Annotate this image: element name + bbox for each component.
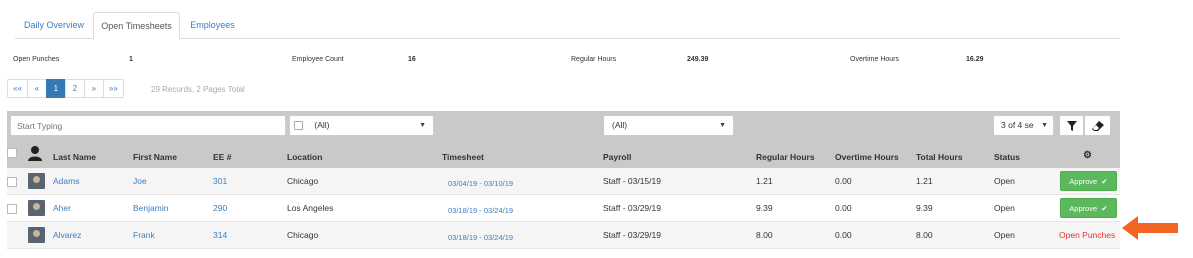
overtime-hours-value: 16.29 <box>966 56 984 63</box>
page-2-button[interactable]: 2 <box>64 79 85 98</box>
prev-page-button[interactable]: « <box>26 79 47 98</box>
approve-label: Approve <box>1069 177 1098 186</box>
avatar <box>28 173 45 189</box>
status-cell: Open <box>994 176 1015 186</box>
location-filter-checkbox[interactable] <box>294 121 303 131</box>
avatar <box>28 227 45 243</box>
timesheet-link[interactable]: 03/18/19 - 03/24/19 <box>448 233 513 242</box>
header-last-name[interactable]: Last Name <box>53 152 96 162</box>
header-status[interactable]: Status <box>994 152 1020 162</box>
table-row: Alvarez Frank 314 Chicago 03/18/19 - 03/… <box>7 222 1120 249</box>
chevron-down-icon: ▼ <box>419 122 426 129</box>
overtime-hours-cell: 0.00 <box>835 230 852 240</box>
page-1-button[interactable]: 1 <box>45 79 66 98</box>
location-cell: Chicago <box>287 230 319 240</box>
regular-hours-cell: 9.39 <box>756 203 773 213</box>
regular-hours-value: 249.39 <box>687 56 709 63</box>
tab-open-timesheets[interactable]: Open Timesheets <box>93 12 180 40</box>
filter-icon <box>1066 121 1077 131</box>
avatar <box>28 200 45 216</box>
table-row: Adams Joe 301 Chicago 03/04/19 - 03/10/1… <box>7 168 1120 195</box>
location-cell: Los Angeles <box>287 203 334 213</box>
records-summary: 29 Records, 2 Pages Total <box>151 85 245 94</box>
chevron-down-icon: ▼ <box>719 122 726 129</box>
ee-link[interactable]: 301 <box>213 176 227 186</box>
employee-count-label: Employee Count <box>292 56 344 63</box>
check-icon: ✔ <box>1099 204 1108 213</box>
header-ee[interactable]: EE # <box>213 152 231 162</box>
header-timesheet[interactable]: Timesheet <box>442 152 484 162</box>
header-first-name[interactable]: First Name <box>133 152 177 162</box>
location-filter-value: (All) <box>314 120 330 130</box>
total-hours-cell: 9.39 <box>916 203 933 213</box>
open-punches-link[interactable]: Open Punches <box>1059 230 1115 240</box>
user-icon <box>28 146 42 161</box>
row-checkbox[interactable] <box>7 177 17 187</box>
first-page-button[interactable]: «« <box>7 79 28 98</box>
table-row: Aher Benjamin 290 Los Angeles 03/18/19 -… <box>7 195 1120 222</box>
ee-link[interactable]: 290 <box>213 203 227 213</box>
filter-button[interactable] <box>1059 115 1084 136</box>
open-punches-value: 1 <box>129 56 133 63</box>
clear-filters-button[interactable] <box>1084 115 1111 136</box>
employee-count-value: 16 <box>408 56 416 63</box>
payroll-filter-value: (All) <box>612 120 628 130</box>
payroll-cell: Staff - 03/29/19 <box>603 203 661 213</box>
first-name-link[interactable]: Joe <box>133 176 147 186</box>
last-page-button[interactable]: »» <box>102 79 124 98</box>
chevron-down-icon: ▼ <box>1041 122 1048 129</box>
pagination: «« « 1 2 » »» <box>7 79 124 98</box>
location-cell: Chicago <box>287 176 319 186</box>
regular-hours-cell: 8.00 <box>756 230 773 240</box>
table-header: Last Name First Name EE # Location Times… <box>7 140 1120 168</box>
total-hours-cell: 8.00 <box>916 230 933 240</box>
header-total-hours[interactable]: Total Hours <box>916 152 963 162</box>
approve-button[interactable]: Approve ✔ <box>1060 171 1117 191</box>
header-overtime-hours[interactable]: Overtime Hours <box>835 152 899 162</box>
open-punches-label: Open Punches <box>13 56 60 63</box>
status-cell: Open <box>994 203 1015 213</box>
first-name-link[interactable]: Frank <box>133 230 155 240</box>
payroll-filter-select[interactable]: (All) ▼ <box>603 115 734 136</box>
filter-bar: (All) ▼ (All) ▼ 3 of 4 se ▼ <box>7 111 1120 140</box>
eraser-icon <box>1091 121 1104 131</box>
next-page-button[interactable]: » <box>83 79 104 98</box>
tab-employees[interactable]: Employees <box>180 12 245 39</box>
status-cell: Open <box>994 230 1015 240</box>
select-all-checkbox[interactable] <box>7 148 17 158</box>
approve-button[interactable]: Approve ✔ <box>1060 198 1117 218</box>
row-checkbox[interactable] <box>7 204 17 214</box>
search-input[interactable] <box>10 115 286 136</box>
location-filter-select[interactable]: (All) ▼ <box>289 115 434 136</box>
timesheet-link[interactable]: 03/18/19 - 03/24/19 <box>448 206 513 215</box>
last-name-link[interactable]: Aher <box>53 203 71 213</box>
columns-select-value: 3 of 4 se <box>1001 120 1034 130</box>
header-payroll[interactable]: Payroll <box>603 152 631 162</box>
last-name-link[interactable]: Alvarez <box>53 230 81 240</box>
regular-hours-cell: 1.21 <box>756 176 773 186</box>
header-location[interactable]: Location <box>287 152 322 162</box>
regular-hours-label: Regular Hours <box>571 56 617 63</box>
header-regular-hours[interactable]: Regular Hours <box>756 152 815 162</box>
columns-select[interactable]: 3 of 4 se ▼ <box>993 115 1054 136</box>
check-icon: ✔ <box>1099 177 1108 186</box>
approve-label: Approve <box>1069 204 1098 213</box>
tab-bar: Daily Overview Open Timesheets Employees <box>15 12 1120 40</box>
overtime-hours-label: Overtime Hours <box>850 56 900 63</box>
payroll-cell: Staff - 03/29/19 <box>603 230 661 240</box>
overtime-hours-cell: 0.00 <box>835 203 852 213</box>
last-name-link[interactable]: Adams <box>53 176 79 186</box>
timesheet-link[interactable]: 03/04/19 - 03/10/19 <box>448 179 513 188</box>
total-hours-cell: 1.21 <box>916 176 933 186</box>
tab-daily-overview[interactable]: Daily Overview <box>15 12 93 39</box>
first-name-link[interactable]: Benjamin <box>133 203 168 213</box>
payroll-cell: Staff - 03/15/19 <box>603 176 661 186</box>
ee-link[interactable]: 314 <box>213 230 227 240</box>
arrow-left-icon <box>1122 216 1178 240</box>
overtime-hours-cell: 0.00 <box>835 176 852 186</box>
gear-icon[interactable]: ⚙ <box>1083 150 1092 161</box>
